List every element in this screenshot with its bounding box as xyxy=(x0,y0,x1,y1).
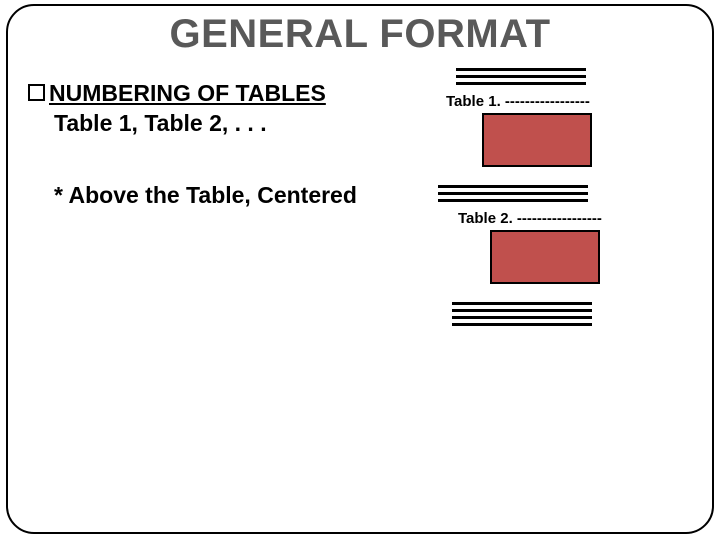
section-subtext: Table 1, Table 2, . . . xyxy=(54,110,408,138)
square-bullet-icon xyxy=(28,84,45,101)
table-caption-2: Table 2. ----------------- xyxy=(458,210,688,227)
text-lines-icon xyxy=(452,302,688,328)
left-content: NUMBERING OF TABLES Table 1, Table 2, . … xyxy=(28,80,408,210)
table-caption-1: Table 1. ----------------- xyxy=(446,93,688,110)
section-heading: NUMBERING OF TABLES xyxy=(49,80,326,106)
table-box-icon xyxy=(490,230,600,284)
text-lines-icon xyxy=(456,68,688,87)
right-illustration: Table 1. ----------------- Table 2. ----… xyxy=(428,68,688,330)
illustration-group-2: Table 2. ----------------- xyxy=(428,185,688,284)
table-box-icon xyxy=(482,113,592,167)
section-note: * Above the Table, Centered xyxy=(54,182,408,210)
bullet-row: NUMBERING OF TABLES xyxy=(28,80,408,106)
illustration-group-1: Table 1. ----------------- xyxy=(428,68,688,167)
slide-title: GENERAL FORMAT xyxy=(8,12,712,57)
slide-frame: GENERAL FORMAT NUMBERING OF TABLES Table… xyxy=(6,4,714,534)
text-lines-icon xyxy=(438,185,688,204)
